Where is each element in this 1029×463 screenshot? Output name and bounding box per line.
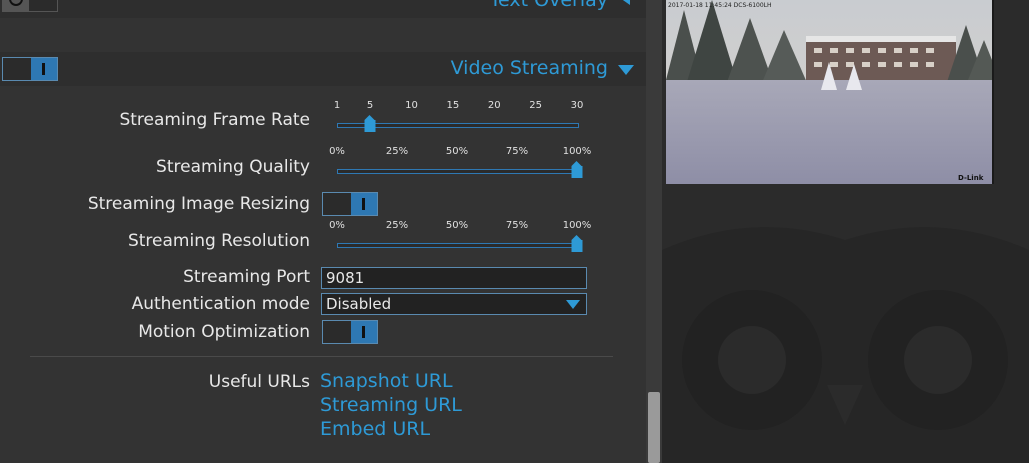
scrollbar-thumb[interactable] (648, 392, 660, 463)
collapse-arrow-left-icon[interactable] (620, 0, 630, 5)
owl-logo-icon (662, 227, 1029, 463)
slider-tick-label: 25% (385, 146, 409, 157)
resolution-slider[interactable]: 0% 25% 50% 75% 100% (322, 220, 591, 260)
slider-tick-label: 100% (562, 146, 592, 157)
toggle-knob-icon (3, 0, 29, 11)
slider-tick-label: 15 (446, 100, 460, 111)
frame-rate-ticks: 1 5 10 15 20 25 30 (322, 100, 587, 114)
video-streaming-header[interactable]: Video Streaming (0, 52, 646, 86)
snapshot-url-link[interactable]: Snapshot URL (320, 370, 453, 392)
slider-tick-label: 25% (385, 220, 409, 231)
quality-slider[interactable]: 0% 25% 50% 75% 100% (322, 146, 591, 186)
slider-tick-label: 20 (487, 100, 501, 111)
slider-tick-label: 30 (570, 100, 584, 111)
slider-tick-label: 25 (529, 100, 542, 111)
toggle-knob-icon (351, 321, 377, 343)
camera-snapshot-image: 2017-01-18 11:45:24 DCS-6100LH D-Link (666, 0, 992, 184)
motion-toggle[interactable] (322, 320, 378, 344)
resolution-label: Streaming Resolution (127, 231, 310, 251)
slider-tick-label: 1 (333, 100, 341, 111)
settings-panel: Text Overlay Video Streaming Streaming F… (0, 0, 646, 463)
slider-tick-label: 75% (505, 146, 529, 157)
preview-panel: 2017-01-18 11:45:24 DCS-6100LH D-Link (662, 0, 1029, 463)
slider-tick-label: 5 (366, 100, 374, 111)
toggle-knob-icon (31, 58, 57, 80)
auth-select[interactable]: Disabled (321, 293, 587, 315)
slider-tick-label: 10 (405, 100, 418, 111)
camera-preview[interactable]: 2017-01-18 11:45:24 DCS-6100LH D-Link (666, 0, 994, 184)
expand-arrow-down-icon[interactable] (618, 65, 634, 75)
motion-label: Motion Optimization (138, 322, 310, 342)
toggle-knob-icon (351, 193, 377, 215)
port-label: Streaming Port (183, 267, 310, 287)
resolution-thumb[interactable] (571, 235, 583, 252)
quality-track[interactable] (337, 169, 579, 174)
quality-label: Streaming Quality (156, 157, 310, 177)
text-overlay-header[interactable]: Text Overlay (0, 0, 646, 18)
frame-rate-label: Streaming Frame Rate (119, 110, 310, 130)
resizing-label: Streaming Image Resizing (87, 194, 310, 214)
auth-label: Authentication mode (131, 294, 310, 314)
slider-tick-label: 0% (329, 220, 345, 231)
camera-watermark: D-Link (958, 174, 984, 182)
streaming-url-link[interactable]: Streaming URL (320, 394, 462, 416)
slider-tick-label: 100% (562, 220, 592, 231)
useful-urls-label: Useful URLs (208, 372, 310, 392)
video-streaming-toggle[interactable] (2, 57, 58, 81)
divider (30, 356, 613, 357)
frame-rate-slider[interactable]: 1 5 10 15 20 25 30 (322, 100, 587, 140)
resolution-ticks: 0% 25% 50% 75% 100% (322, 220, 591, 234)
slider-tick-label: 50% (445, 220, 469, 231)
embed-url-link[interactable]: Embed URL (320, 418, 430, 440)
slider-tick-label: 75% (505, 220, 529, 231)
camera-timestamp: 2017-01-18 11:45:24 DCS-6100LH (668, 2, 772, 9)
text-overlay-toggle[interactable] (2, 0, 58, 12)
resizing-toggle[interactable] (322, 192, 378, 216)
settings-scrollbar[interactable] (646, 0, 662, 463)
auth-select-value: Disabled (326, 295, 392, 313)
quality-ticks: 0% 25% 50% 75% 100% (322, 146, 591, 160)
chevron-down-icon[interactable] (566, 300, 580, 309)
frame-rate-thumb[interactable] (364, 115, 376, 132)
port-input[interactable] (321, 267, 587, 289)
slider-tick-label: 50% (445, 146, 469, 157)
section-title-text-overlay: Text Overlay (489, 0, 608, 11)
section-title-video-streaming: Video Streaming (450, 57, 608, 79)
resolution-track[interactable] (337, 243, 579, 248)
slider-tick-label: 0% (329, 146, 345, 157)
quality-thumb[interactable] (571, 161, 583, 178)
